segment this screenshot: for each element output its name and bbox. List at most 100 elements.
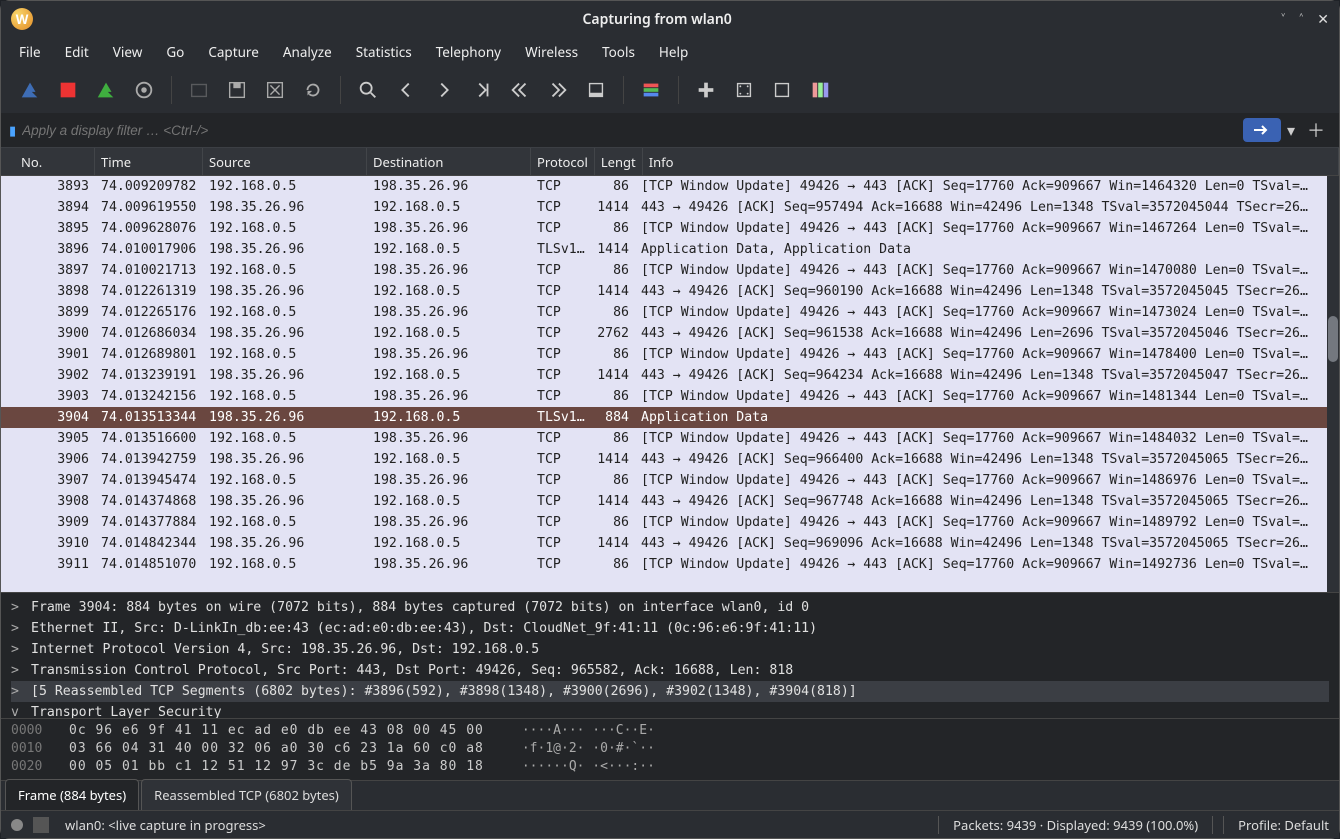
hex-row[interactable]: 001003 66 04 31 40 00 32 06 a0 30 c6 23 … — [11, 741, 1329, 759]
detail-row[interactable]: > Transmission Control Protocol, Src Port… — [11, 660, 1329, 681]
chevron-right-icon[interactable]: > — [11, 600, 23, 615]
menu-go[interactable]: Go — [166, 43, 184, 61]
packet-row[interactable]: 389474.009619550198.35.26.96192.168.0.5T… — [1, 197, 1339, 218]
menu-help[interactable]: Help — [659, 43, 688, 61]
chevron-down-icon[interactable]: v — [11, 705, 23, 718]
resize-columns-icon[interactable] — [805, 75, 835, 105]
zoom-in-icon[interactable] — [691, 75, 721, 105]
open-file-icon[interactable] — [184, 75, 214, 105]
status-profile-text[interactable]: Profile: Default — [1223, 816, 1329, 834]
packet-row[interactable]: 390774.013945474192.168.0.5198.35.26.96T… — [1, 470, 1339, 491]
packet-row[interactable]: 389374.009209782192.168.0.5198.35.26.96T… — [1, 176, 1339, 197]
menu-statistics[interactable]: Statistics — [356, 43, 412, 61]
chevron-right-icon[interactable]: > — [11, 642, 23, 657]
detail-text: Internet Protocol Version 4, Src: 198.35… — [31, 642, 539, 657]
menu-wireless[interactable]: Wireless — [525, 43, 578, 61]
packet-scrollbar[interactable] — [1327, 176, 1339, 592]
column-header-no[interactable]: No. — [15, 148, 95, 175]
packet-row[interactable]: 390174.012689801192.168.0.5198.35.26.96T… — [1, 344, 1339, 365]
capture-file-properties-icon[interactable] — [33, 817, 49, 833]
hex-row[interactable]: 002000 05 01 bb c1 12 51 12 97 3c de b5 … — [11, 759, 1329, 777]
hex-bytes: 03 66 04 31 40 00 32 06 a0 30 c6 23 1a 6… — [69, 741, 484, 759]
close-icon[interactable]: ✕ — [1317, 10, 1329, 29]
detail-row[interactable]: vTransport Layer Security — [11, 702, 1329, 718]
stop-capture-button[interactable] — [53, 75, 83, 105]
next-packet-icon[interactable] — [429, 75, 459, 105]
colorize-icon[interactable] — [636, 75, 666, 105]
last-packet-icon[interactable] — [543, 75, 573, 105]
packet-row[interactable]: 390974.014377884192.168.0.5198.35.26.96T… — [1, 512, 1339, 533]
bytes-tab[interactable]: Frame (884 bytes) — [5, 779, 139, 810]
detail-row[interactable]: >Ethernet II, Src: D-LinkIn_db:ee:43 (ec… — [11, 618, 1329, 639]
column-header-source[interactable]: Source — [203, 148, 367, 175]
column-header-time[interactable]: Time — [95, 148, 203, 175]
hex-row[interactable]: 00000c 96 e6 9f 41 11 ec ad e0 db ee 43 … — [11, 723, 1329, 741]
packet-row[interactable]: 389874.012261319198.35.26.96192.168.0.5T… — [1, 281, 1339, 302]
statusbar: wlan0: <live capture in progress> Packet… — [1, 810, 1339, 838]
minimize-icon[interactable]: ˅ — [1281, 10, 1285, 29]
detail-row[interactable]: > Internet Protocol Version 4, Src: 198.3… — [11, 639, 1329, 660]
packet-row[interactable]: 389974.012265176192.168.0.5198.35.26.96T… — [1, 302, 1339, 323]
expert-info-icon[interactable] — [11, 819, 23, 831]
packet-row[interactable]: 389774.010021713192.168.0.5198.35.26.96T… — [1, 260, 1339, 281]
detail-text: [5 Reassembled TCP Segments (6802 bytes)… — [31, 684, 857, 699]
reload-icon[interactable] — [298, 75, 328, 105]
add-filter-button[interactable]: ＋ — [1301, 117, 1331, 143]
hex-addr: 0000 — [11, 723, 51, 741]
window-title: Capturing from wlan0 — [33, 10, 1281, 29]
menu-view[interactable]: View — [113, 43, 143, 61]
menu-telephony[interactable]: Telephony — [436, 43, 501, 61]
menu-file[interactable]: File — [19, 43, 41, 61]
bytes-pane-tabs: Frame (884 bytes)Reassembled TCP (6802 b… — [1, 780, 1339, 810]
autoscroll-icon[interactable] — [581, 75, 611, 105]
packet-row[interactable]: 391174.014851070192.168.0.5198.35.26.96T… — [1, 554, 1339, 575]
zoom-reset-icon[interactable] — [767, 75, 797, 105]
close-file-icon[interactable] — [260, 75, 290, 105]
packet-list-rows[interactable]: 389374.009209782192.168.0.5198.35.26.96T… — [1, 176, 1339, 592]
search-icon[interactable] — [353, 75, 383, 105]
titlebar: W Capturing from wlan0 ˅ ˄ ✕ — [1, 1, 1339, 37]
column-header-info[interactable]: Info — [643, 148, 1339, 175]
apply-filter-button[interactable] — [1243, 118, 1281, 142]
menu-analyze[interactable]: Analyze — [283, 43, 332, 61]
display-filter-input[interactable] — [22, 123, 1237, 138]
packet-row[interactable]: 390074.012686034198.35.26.96192.168.0.5T… — [1, 323, 1339, 344]
packet-row[interactable]: 389674.010017906198.35.26.96192.168.0.5T… — [1, 239, 1339, 260]
column-header-protocol[interactable]: Protocol — [531, 148, 595, 175]
column-header-destination[interactable]: Destination — [367, 148, 531, 175]
prev-packet-icon[interactable] — [391, 75, 421, 105]
detail-text: Transmission Control Protocol, Src Port:… — [31, 663, 793, 678]
packet-list-headers[interactable]: No.TimeSourceDestinationProtocolLengtInf… — [1, 148, 1339, 176]
hex-bytes: 00 05 01 bb c1 12 51 12 97 3c de b5 9a 3… — [69, 759, 484, 777]
first-packet-icon[interactable] — [505, 75, 535, 105]
bytes-tab[interactable]: Reassembled TCP (6802 bytes) — [141, 779, 352, 810]
packet-row[interactable]: 390574.013516600192.168.0.5198.35.26.96T… — [1, 428, 1339, 449]
packet-details-pane[interactable]: > Frame 3904: 884 bytes on wire (7072 bit… — [1, 592, 1339, 718]
jump-next-icon[interactable] — [467, 75, 497, 105]
packet-bytes-pane[interactable]: 00000c 96 e6 9f 41 11 ec ad e0 db ee 43 … — [1, 718, 1339, 780]
menu-edit[interactable]: Edit — [65, 43, 89, 61]
menu-tools[interactable]: Tools — [602, 43, 635, 61]
restart-capture-button[interactable] — [91, 75, 121, 105]
save-file-icon[interactable] — [222, 75, 252, 105]
menu-capture[interactable]: Capture — [208, 43, 259, 61]
chevron-right-icon[interactable]: > — [11, 684, 23, 699]
chevron-right-icon[interactable]: > — [11, 621, 23, 636]
maximize-icon[interactable]: ˄ — [1299, 10, 1303, 29]
bookmark-icon[interactable]: ▮ — [9, 121, 16, 139]
shark-fin-icon[interactable] — [15, 75, 45, 105]
packet-row[interactable]: 390474.013513344198.35.26.96192.168.0.5T… — [1, 407, 1339, 428]
packet-row[interactable]: 390374.013242156192.168.0.5198.35.26.96T… — [1, 386, 1339, 407]
packet-row[interactable]: 390674.013942759198.35.26.96192.168.0.5T… — [1, 449, 1339, 470]
detail-row[interactable]: > Frame 3904: 884 bytes on wire (7072 bit… — [11, 597, 1329, 618]
detail-row[interactable]: > [5 Reassembled TCP Segments (6802 bytes… — [11, 681, 1329, 702]
packet-row[interactable]: 391074.014842344198.35.26.96192.168.0.5T… — [1, 533, 1339, 554]
chevron-right-icon[interactable]: > — [11, 663, 23, 678]
packet-row[interactable]: 390874.014374868198.35.26.96192.168.0.5T… — [1, 491, 1339, 512]
packet-row[interactable]: 389574.009628076192.168.0.5198.35.26.96T… — [1, 218, 1339, 239]
options-icon[interactable] — [129, 75, 159, 105]
zoom-out-icon[interactable] — [729, 75, 759, 105]
detail-text: Frame 3904: 884 bytes on wire (7072 bits… — [31, 600, 809, 615]
column-header-lengt[interactable]: Lengt — [595, 148, 643, 175]
packet-row[interactable]: 390274.013239191198.35.26.96192.168.0.5T… — [1, 365, 1339, 386]
